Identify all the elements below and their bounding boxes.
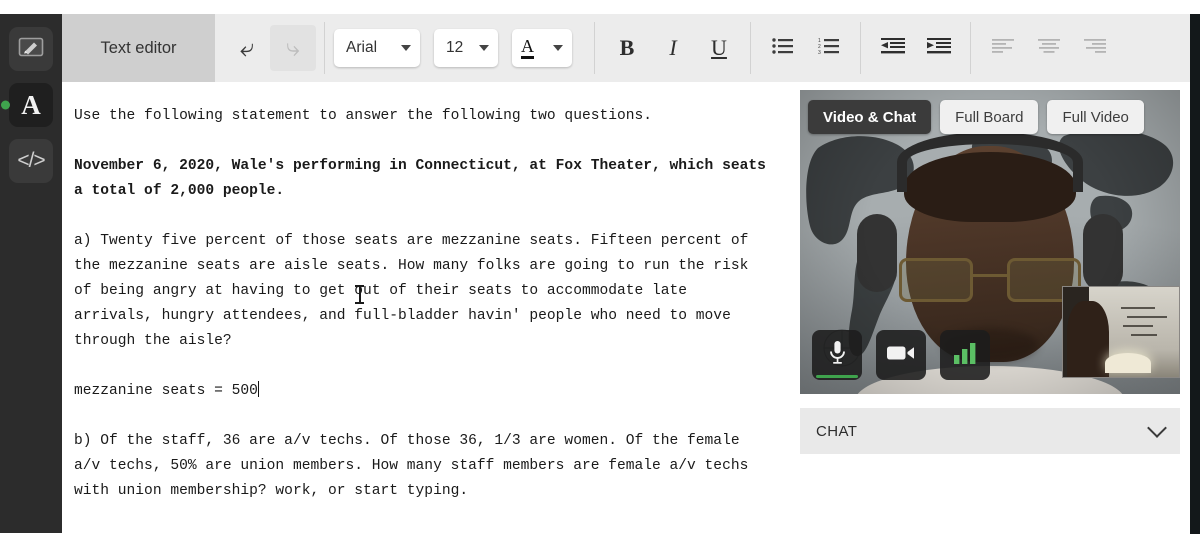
microphone-button[interactable] [812,330,862,380]
align-center-icon [1038,38,1060,58]
letter-a-icon: A [21,89,41,120]
text-editor-canvas[interactable]: Use the following statement to answer th… [62,82,790,533]
video-control-bar [812,330,990,380]
indent-icon [927,37,951,59]
window-top-strip [0,0,1200,14]
left-tool-sidebar: A </> [0,14,62,533]
answer-text: mezzanine seats = 500 [74,383,258,399]
undo-button[interactable]: ⤶ [224,25,270,71]
document-paragraph-intro: Use the following statement to answer th… [74,108,653,124]
window-right-edge [1190,14,1200,534]
video-chat-panel: Video & Chat Full Board Full Video CHAT [790,82,1190,533]
active-indicator-dot [1,100,10,110]
svg-text:3: 3 [818,50,821,54]
tab-video-and-chat[interactable]: Video & Chat [808,100,932,134]
decrease-indent-button[interactable] [870,25,916,71]
sidebar-item-text[interactable]: A [1,83,53,127]
font-family-value: Arial [346,39,378,56]
signal-bars-icon [953,342,977,369]
chevron-down-icon [479,45,489,51]
font-size-value: 12 [446,39,464,56]
sidebar-item-code[interactable]: </> [9,139,53,183]
bold-icon: B [619,35,635,60]
increase-indent-button[interactable] [916,25,962,71]
app-root: A </> Text editor ⤶ ⤷ Arial 12 A B I U 1… [0,0,1200,550]
text-caret [257,381,260,397]
chevron-down-icon [553,45,563,51]
font-size-select[interactable]: 12 [434,29,498,67]
underline-button[interactable]: U [696,25,742,71]
align-left-icon [992,38,1014,58]
chevron-down-icon [401,45,411,51]
camera-button[interactable] [876,330,926,380]
history-button-group: ⤶ ⤷ [215,14,325,82]
numbered-list-button[interactable]: 1 2 3 [806,25,852,71]
camera-icon [887,344,915,367]
italic-icon: I [669,35,677,60]
pip-person [1067,301,1109,377]
editor-toolbar: Text editor ⤶ ⤷ Arial 12 A B I U 1 2 3 [62,14,1190,82]
connection-quality-button[interactable] [940,330,990,380]
whiteboard-pencil-icon [18,37,44,62]
tab-text-editor[interactable]: Text editor [62,14,215,82]
align-left-button[interactable] [980,25,1026,71]
video-feed[interactable]: Video & Chat Full Board Full Video [800,90,1180,394]
font-controls-group: Arial 12 A [325,14,595,82]
list-group: 1 2 3 [751,14,861,82]
redo-arrow-icon: ⤷ [285,33,300,62]
sidebar-item-whiteboard[interactable] [9,27,53,71]
document-paragraph-question-a: a) Twenty five percent of those seats ar… [74,233,758,349]
chevron-down-icon[interactable] [1147,418,1167,438]
tab-full-video[interactable]: Full Video [1047,100,1144,134]
video-view-tabs: Video & Chat Full Board Full Video [808,100,1144,134]
underline-icon: U [711,35,727,60]
document-paragraph-question-b: b) Of the staff, 36 are a/v techs. Of th… [74,433,758,499]
document-paragraph-statement: November 6, 2020, Wale's performing in C… [74,158,775,199]
tab-full-board[interactable]: Full Board [940,100,1039,134]
pip-whiteboard-writing [1121,303,1173,343]
alignment-group [971,14,1127,82]
bulleted-list-button[interactable] [760,25,806,71]
numbered-list-icon: 1 2 3 [818,38,840,59]
chat-label: CHAT [816,422,858,440]
align-center-button[interactable] [1026,25,1072,71]
text-color-select[interactable]: A [512,29,572,67]
bulleted-list-icon [772,37,794,59]
microphone-icon [829,340,846,370]
text-style-group: B I U [595,14,751,82]
align-right-icon [1084,38,1106,58]
bold-button[interactable]: B [604,25,650,71]
microphone-active-indicator [816,375,858,378]
outdent-icon [881,37,905,59]
document-answer-line: mezzanine seats = 500 [74,379,774,404]
redo-button[interactable]: ⤷ [270,25,316,71]
undo-arrow-icon: ⤶ [239,33,254,62]
align-right-button[interactable] [1072,25,1118,71]
italic-button[interactable]: I [650,25,696,71]
text-color-a-icon: A [521,37,534,59]
pip-desk-lamp [1105,353,1151,373]
code-brackets-icon: </> [17,149,45,172]
indent-group [861,14,971,82]
self-view-thumbnail[interactable] [1062,286,1180,378]
chat-section-header[interactable]: CHAT [800,408,1180,454]
font-family-select[interactable]: Arial [334,29,420,67]
